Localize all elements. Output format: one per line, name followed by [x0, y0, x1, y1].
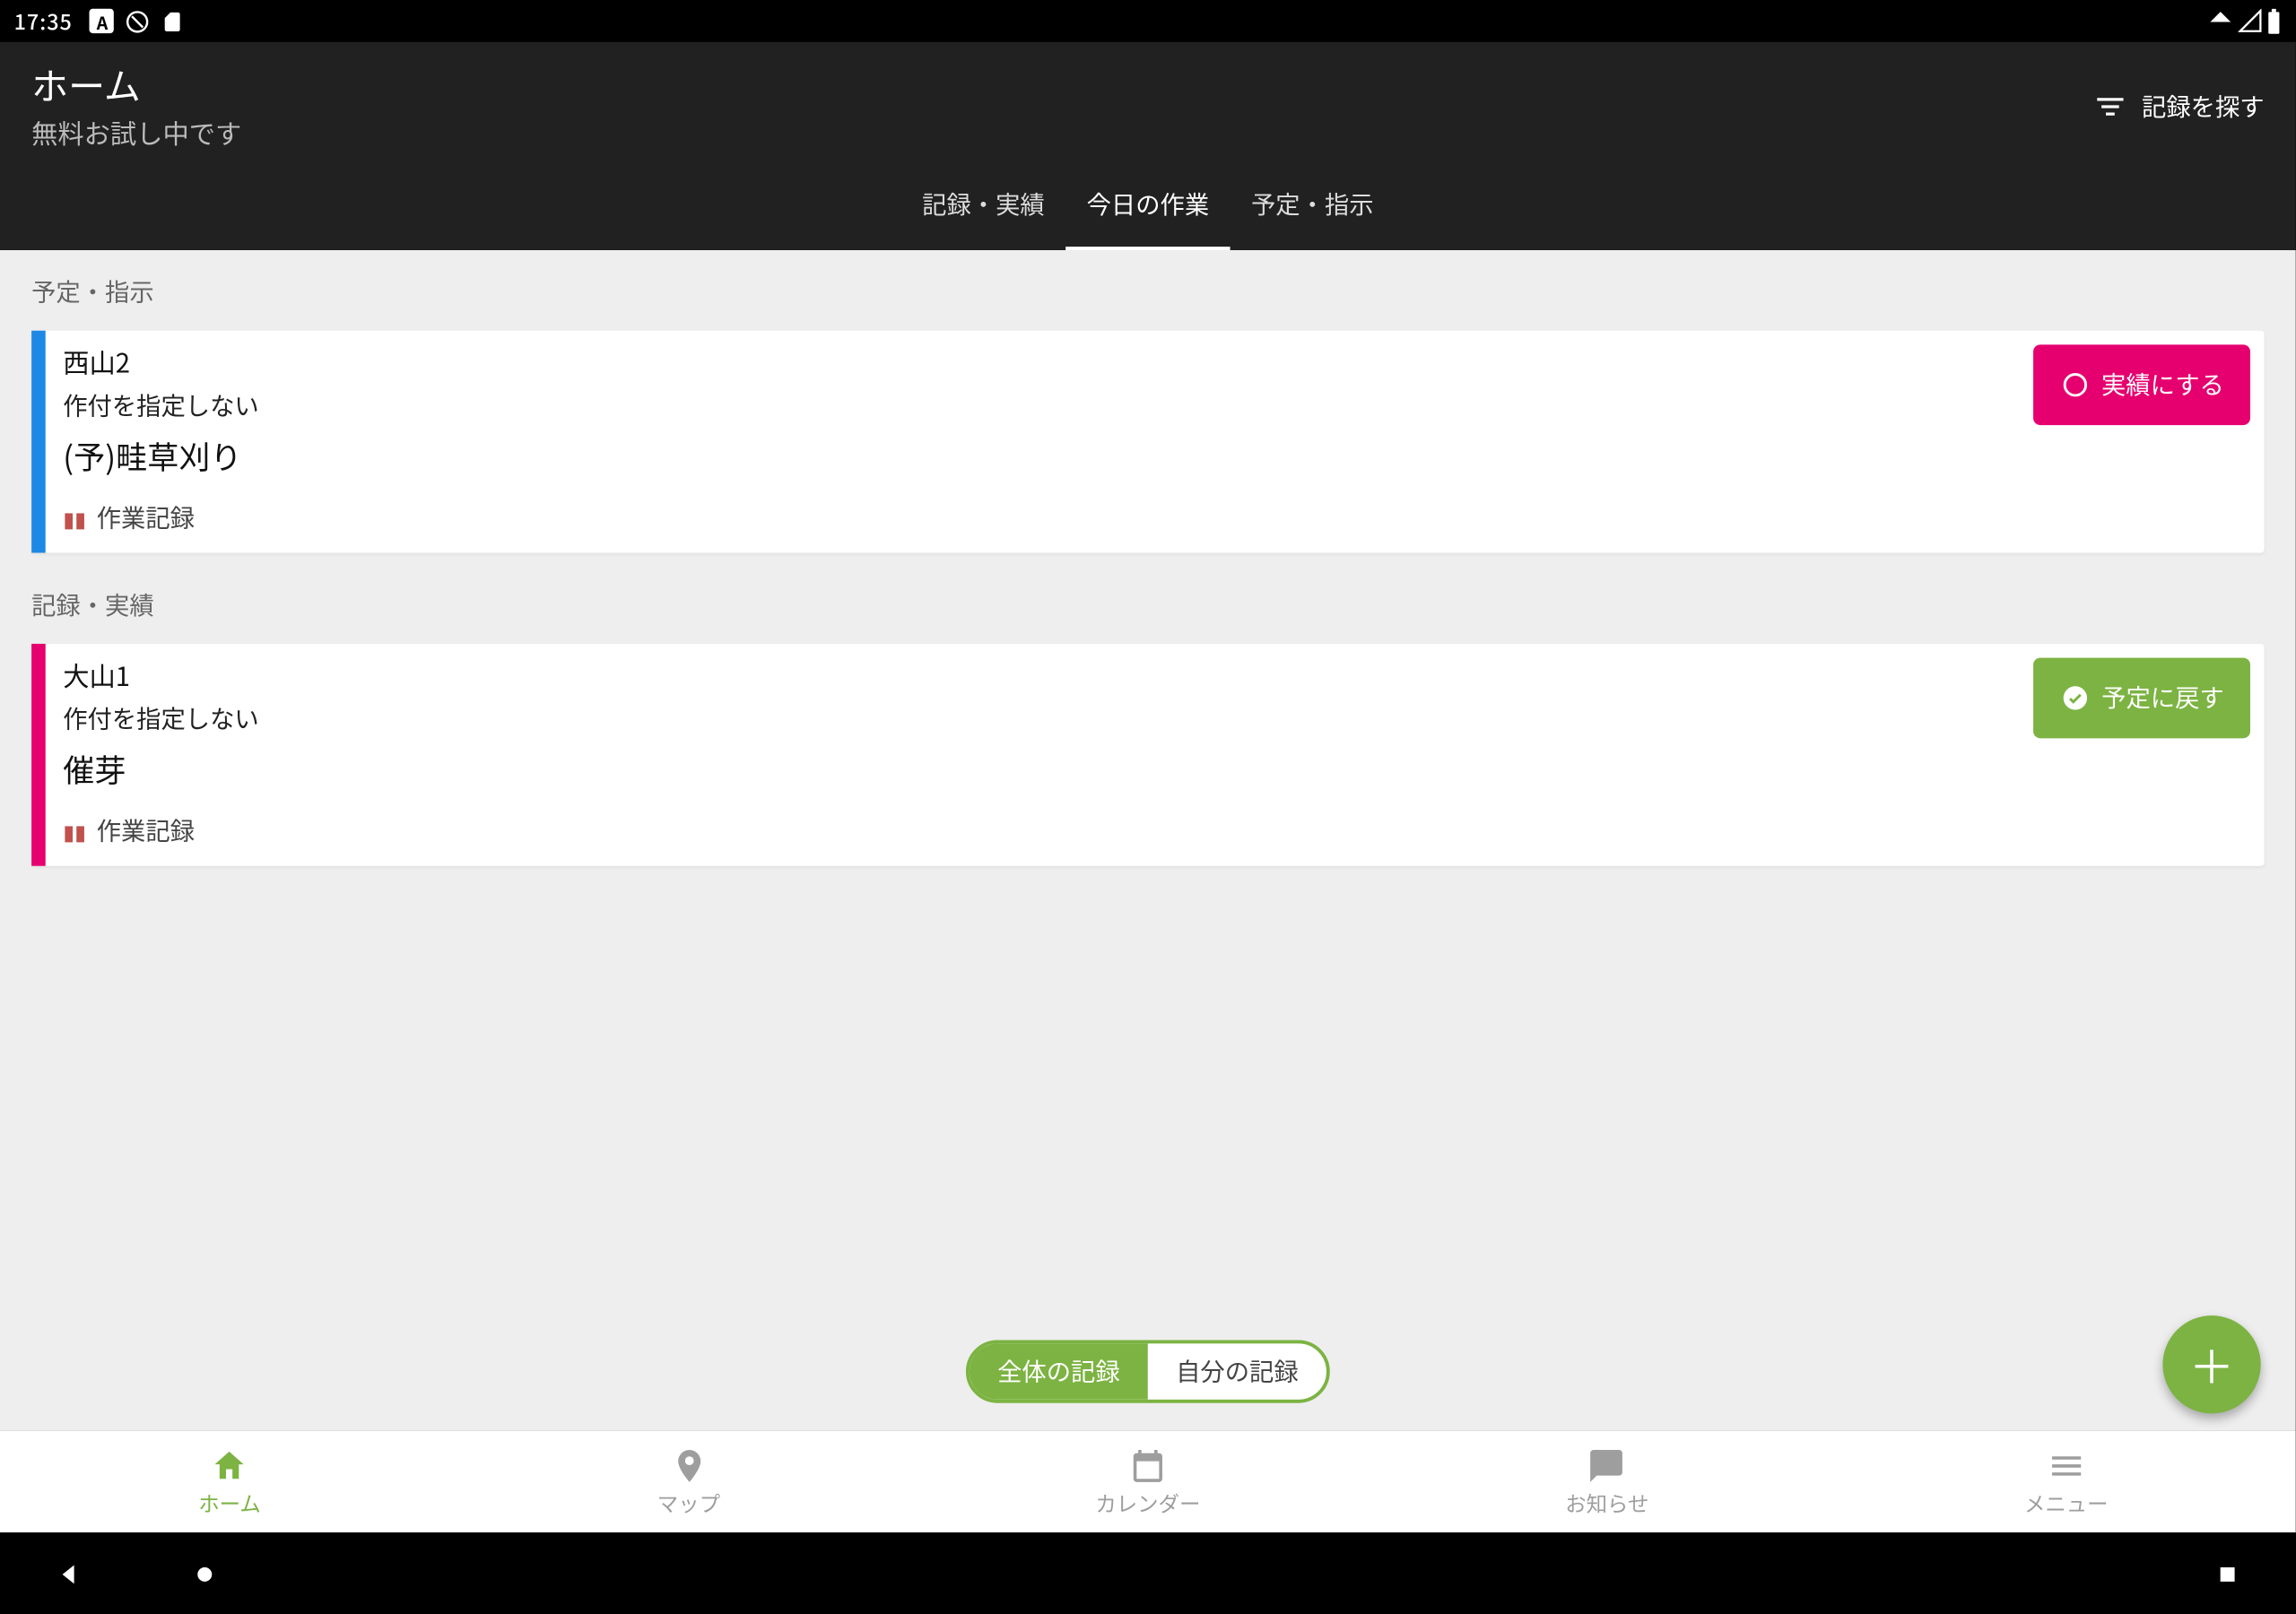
section-records-label: 記録・実績: [0, 563, 2296, 633]
square-recent-icon: [2215, 1562, 2239, 1586]
revert-plan-label: 予定に戻す: [2101, 681, 2224, 716]
signal-icon: [2238, 9, 2262, 33]
bottom-nav: ホーム マップ カレンダー お知らせ メニュー: [0, 1431, 2296, 1532]
back-button[interactable]: [53, 1558, 84, 1590]
tab-records[interactable]: 記録・実績: [901, 162, 1065, 250]
record-card[interactable]: 大山1 作付を指定しない 催芽 ▮▮ 作業記録 予定に戻す: [31, 644, 2264, 866]
recent-button[interactable]: [2212, 1558, 2243, 1590]
calendar-icon: [1128, 1446, 1167, 1485]
status-app-icon: A: [90, 9, 114, 33]
status-time: 17:35: [14, 6, 73, 36]
card-crop: 作付を指定しない: [63, 388, 2015, 423]
nav-map-label: マップ: [657, 1488, 720, 1517]
nav-calendar[interactable]: カレンダー: [918, 1431, 1378, 1532]
book-icon: ▮▮: [63, 816, 86, 846]
system-nav: [0, 1532, 2296, 1614]
nav-menu-label: メニュー: [2024, 1488, 2109, 1517]
pin-icon: [669, 1446, 708, 1485]
circle-icon: [2059, 369, 2091, 401]
nav-notify[interactable]: お知らせ: [1378, 1431, 1837, 1532]
filter-icon: [2092, 89, 2127, 124]
card-crop: 作付を指定しない: [63, 701, 2015, 736]
filter-label: 記録を探す: [2142, 89, 2265, 124]
nav-menu[interactable]: メニュー: [1837, 1431, 2296, 1532]
wifi-icon: [2206, 9, 2234, 33]
toggle-mine[interactable]: 自分の記録: [1148, 1343, 1326, 1399]
home-button[interactable]: [189, 1558, 221, 1590]
nav-home[interactable]: ホーム: [0, 1431, 459, 1532]
menu-icon: [2047, 1446, 2085, 1485]
content-area: 予定・指示 西山2 作付を指定しない (予)畦草刈り ▮▮ 作業記録 実績にする…: [0, 250, 2296, 1431]
nav-map[interactable]: マップ: [459, 1431, 918, 1532]
status-bar: 17:35 A: [0, 0, 2296, 42]
section-plans-label: 予定・指示: [0, 250, 2296, 320]
plus-icon: ＋: [2189, 1332, 2235, 1397]
page-title: ホーム: [31, 59, 241, 112]
record-scope-toggle: 全体の記録 自分の記録: [966, 1340, 1330, 1402]
mark-done-button[interactable]: 実績にする: [2033, 344, 2250, 425]
card-location: 大山1: [63, 658, 2015, 695]
tab-today[interactable]: 今日の作業: [1065, 162, 1230, 250]
app-header: ホーム 無料お試し中です 記録を探す 記録・実績 今日の作業 予定・指示: [0, 42, 2296, 250]
home-icon: [211, 1446, 249, 1485]
add-fab[interactable]: ＋: [2162, 1315, 2260, 1413]
nav-home-label: ホーム: [198, 1488, 261, 1517]
card-location: 西山2: [63, 344, 2015, 381]
check-circle-icon: [2059, 682, 2091, 714]
chat-icon: [1587, 1446, 1626, 1485]
nav-notify-label: お知らせ: [1565, 1488, 1648, 1517]
tabs: 記録・実績 今日の作業 予定・指示: [0, 162, 2296, 250]
mark-done-label: 実績にする: [2101, 368, 2224, 403]
do-not-disturb-icon: [125, 8, 151, 34]
nav-calendar-label: カレンダー: [1095, 1488, 1200, 1517]
filter-records-button[interactable]: 記録を探す: [2092, 89, 2264, 124]
triangle-back-icon: [54, 1560, 82, 1588]
toggle-all[interactable]: 全体の記録: [970, 1343, 1148, 1399]
card-task: 催芽: [63, 747, 2015, 793]
card-task: (予)畦草刈り: [63, 434, 2015, 480]
tab-plans[interactable]: 予定・指示: [1231, 162, 1395, 250]
card-accent: [31, 331, 46, 553]
card-tag-label: 作業記録: [97, 813, 195, 848]
revert-plan-button[interactable]: 予定に戻す: [2033, 658, 2250, 739]
book-icon: ▮▮: [63, 503, 86, 533]
battery-icon: [2266, 8, 2283, 34]
circle-home-icon: [193, 1562, 217, 1586]
page-subtitle: 無料お試し中です: [31, 116, 241, 152]
plan-card[interactable]: 西山2 作付を指定しない (予)畦草刈り ▮▮ 作業記録 実績にする: [31, 331, 2264, 553]
card-tag-label: 作業記録: [97, 500, 195, 535]
card-accent: [31, 644, 46, 866]
sd-card-icon: [161, 8, 184, 34]
